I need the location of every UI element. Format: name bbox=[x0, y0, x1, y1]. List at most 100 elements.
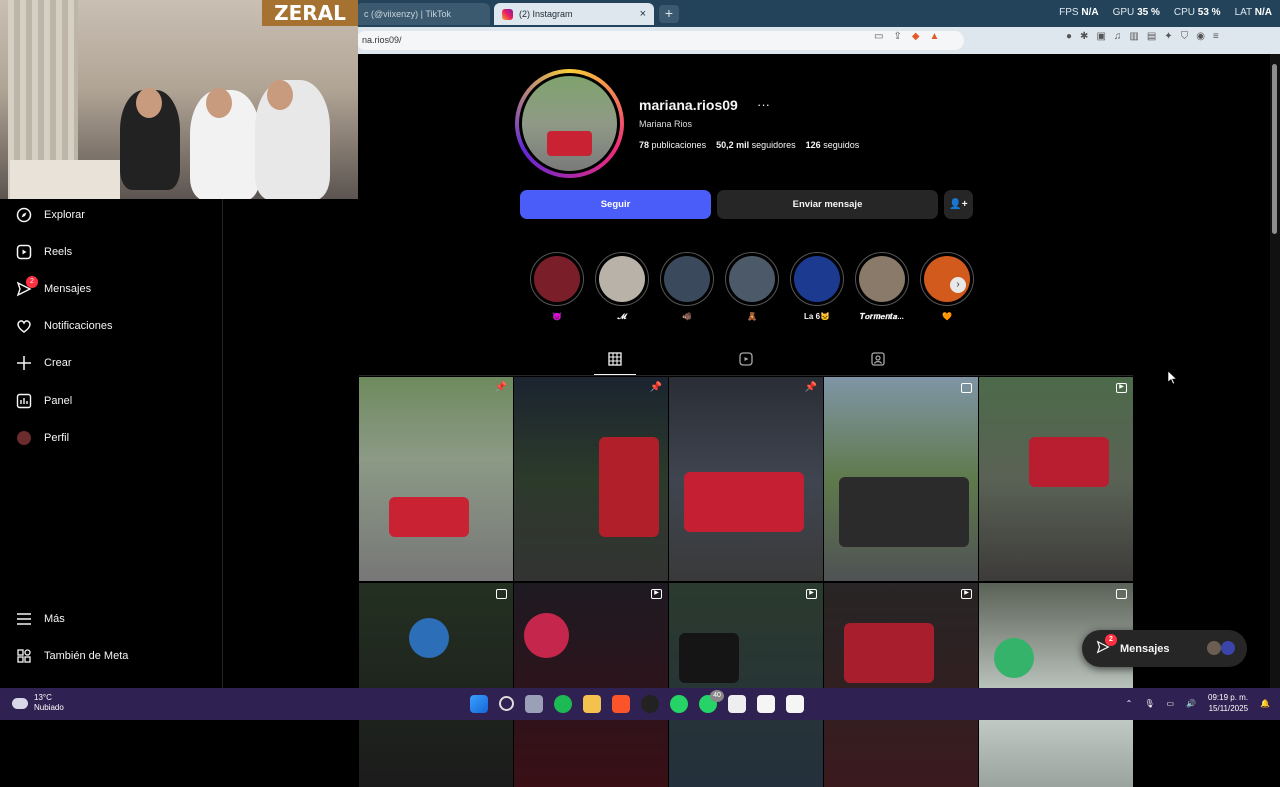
notifications-icon[interactable]: 🔔 bbox=[1260, 699, 1270, 708]
follow-button[interactable]: Seguir bbox=[520, 190, 711, 219]
profile-stats: 78 publicaciones 50,2 mil seguidores 126… bbox=[639, 140, 859, 150]
sidebar-item-panel[interactable]: Panel bbox=[16, 393, 72, 409]
sidebar-item-meta[interactable]: También de Meta bbox=[16, 648, 128, 664]
post-thumbnail[interactable]: 📌 bbox=[359, 377, 513, 581]
capcut-icon[interactable] bbox=[757, 695, 775, 713]
pin-icon: 📌 bbox=[649, 382, 662, 393]
tabs-divider bbox=[359, 375, 1133, 376]
reels-tab-icon bbox=[739, 352, 753, 369]
file-explorer-icon[interactable] bbox=[583, 695, 601, 713]
brave-browser-icon[interactable] bbox=[612, 695, 630, 713]
performance-overlay: FPS N/A GPU 35 % CPU 53 % LAT N/A bbox=[1059, 7, 1272, 18]
post-thumbnail[interactable]: ▶ bbox=[824, 583, 978, 787]
send-message-button[interactable]: Enviar mensaje bbox=[717, 190, 938, 219]
post-thumbnail[interactable]: ▶ bbox=[514, 583, 668, 787]
tab-instagram[interactable]: (2) Instagram × bbox=[494, 3, 654, 25]
chevron-up-icon[interactable]: ⌃ bbox=[1126, 699, 1133, 708]
carousel-icon bbox=[961, 383, 972, 393]
tab-tiktok[interactable]: c (@viixenzy) | TikTok bbox=[356, 3, 490, 25]
story-highlight[interactable]: 🧸 bbox=[725, 252, 779, 321]
whatsapp-business-icon[interactable]: 40 bbox=[699, 690, 724, 713]
sidebar-item-label: Perfil bbox=[44, 432, 70, 444]
sidebar-item-mensajes[interactable]: 2 Mensajes bbox=[16, 276, 91, 297]
extension-icon[interactable]: ● bbox=[1066, 31, 1072, 42]
profile-icon[interactable]: ◉ bbox=[1196, 31, 1205, 42]
close-tab-icon[interactable]: × bbox=[640, 8, 646, 20]
person-head bbox=[136, 88, 162, 118]
brave-shield-icon[interactable]: ◆ bbox=[912, 31, 920, 42]
post-thumbnail[interactable]: 📌 bbox=[669, 377, 823, 581]
sidebar-item-notificaciones[interactable]: Notificaciones bbox=[16, 318, 112, 334]
menu-icon[interactable]: ≡ bbox=[1213, 31, 1219, 42]
weather-widget[interactable]: 13°C Nubiado bbox=[12, 693, 64, 713]
capcut-icon[interactable] bbox=[786, 695, 804, 713]
story-highlight[interactable]: 🐗 bbox=[660, 252, 714, 321]
following-count[interactable]: 126 seguidos bbox=[806, 140, 860, 150]
obs-icon[interactable] bbox=[641, 695, 659, 713]
brave-rewards-icon[interactable]: ▲ bbox=[930, 31, 940, 42]
chevron-right-icon[interactable]: › bbox=[950, 277, 966, 293]
story-highlight[interactable]: La 6🐱 bbox=[790, 252, 844, 321]
sidebar-item-mas[interactable]: Más bbox=[16, 611, 65, 627]
post-thumbnail[interactable] bbox=[824, 377, 978, 581]
sidebar-item-explorar[interactable]: Explorar bbox=[16, 207, 85, 223]
sidebar-item-label: Crear bbox=[44, 357, 72, 369]
post-thumbnail[interactable]: ▶ bbox=[669, 583, 823, 787]
network-icon[interactable]: ▭ bbox=[1166, 699, 1174, 708]
new-tab-button[interactable]: + bbox=[659, 5, 679, 23]
microphone-icon[interactable]: 🎙 bbox=[1144, 699, 1154, 708]
post-thumbnail[interactable]: ▶ bbox=[979, 377, 1133, 581]
instagram-icon bbox=[502, 8, 513, 20]
suggested-accounts-button[interactable]: 👤+ bbox=[944, 190, 973, 219]
sidebar-item-perfil[interactable]: Perfil bbox=[16, 430, 69, 446]
url-field[interactable]: na.rios09/ bbox=[356, 31, 964, 50]
volume-icon[interactable]: 🔊 bbox=[1186, 699, 1196, 708]
post-thumbnail[interactable]: 📌 bbox=[514, 377, 668, 581]
desk bbox=[10, 160, 120, 199]
post-thumbnail[interactable] bbox=[359, 583, 513, 787]
sidebar-item-label: Explorar bbox=[44, 209, 85, 221]
whatsapp-icon[interactable] bbox=[670, 695, 688, 713]
highlight-cover bbox=[599, 256, 645, 302]
notification-badge: 40 bbox=[710, 690, 724, 702]
post-thumbnail[interactable] bbox=[979, 583, 1133, 787]
posts-count[interactable]: 78 publicaciones bbox=[639, 140, 706, 150]
story-highlight[interactable]: 😈 bbox=[530, 252, 584, 321]
vpn-icon[interactable]: ⛉ bbox=[1181, 31, 1189, 42]
tab-posts[interactable] bbox=[608, 352, 622, 369]
tab-reels[interactable] bbox=[739, 352, 753, 369]
story-highlight[interactable]: 🧡 bbox=[920, 252, 974, 321]
leo-icon[interactable]: ✦ bbox=[1164, 31, 1172, 42]
story-highlight[interactable]: 𝓜 bbox=[595, 252, 649, 322]
wallet-icon[interactable]: ▤ bbox=[1147, 31, 1156, 42]
screen-icon[interactable]: ▭ bbox=[874, 31, 883, 42]
highlight-cover bbox=[794, 256, 840, 302]
windows-start-icon[interactable] bbox=[470, 695, 488, 713]
search-icon[interactable] bbox=[499, 696, 514, 711]
notification-badge: 2 bbox=[1105, 634, 1117, 646]
person-head bbox=[206, 88, 232, 118]
profile-avatar[interactable] bbox=[515, 69, 624, 178]
windows-taskbar: 13°C Nubiado 40 ⌃ 🎙 ▭ 🔊 09:19 p. m. 15/1… bbox=[0, 688, 1280, 720]
sidebar-icon[interactable]: ▥ bbox=[1129, 31, 1138, 42]
story-highlight[interactable]: 𝑻𝒐𝒓𝒎𝒆𝒏𝒕𝒂... bbox=[855, 252, 909, 322]
clock[interactable]: 09:19 p. m. 15/11/2025 bbox=[1208, 692, 1248, 714]
followers-count[interactable]: 50,2 mil seguidores bbox=[716, 140, 796, 150]
dashboard-icon bbox=[16, 393, 32, 409]
sidebar-item-reels[interactable]: Reels bbox=[16, 244, 72, 260]
more-options-icon[interactable]: ··· bbox=[757, 97, 770, 112]
active-tab-indicator bbox=[594, 374, 636, 375]
music-icon[interactable]: ♫ bbox=[1114, 31, 1122, 42]
weather-condition: Nubiado bbox=[34, 703, 64, 712]
task-view-icon[interactable] bbox=[525, 695, 543, 713]
tab-tagged[interactable] bbox=[871, 352, 885, 369]
puzzle-icon[interactable]: ✱ bbox=[1080, 31, 1088, 42]
spotify-icon[interactable] bbox=[554, 695, 572, 713]
wallet-icon[interactable]: ▣ bbox=[1096, 31, 1105, 42]
sidebar-item-crear[interactable]: Crear bbox=[16, 355, 72, 371]
sidebar-item-label: Panel bbox=[44, 395, 73, 407]
page-scrollbar[interactable] bbox=[1270, 54, 1280, 688]
scrollbar-thumb[interactable] bbox=[1272, 64, 1277, 234]
share-icon[interactable]: ⇪ bbox=[893, 31, 901, 42]
app-icon[interactable] bbox=[728, 695, 746, 713]
